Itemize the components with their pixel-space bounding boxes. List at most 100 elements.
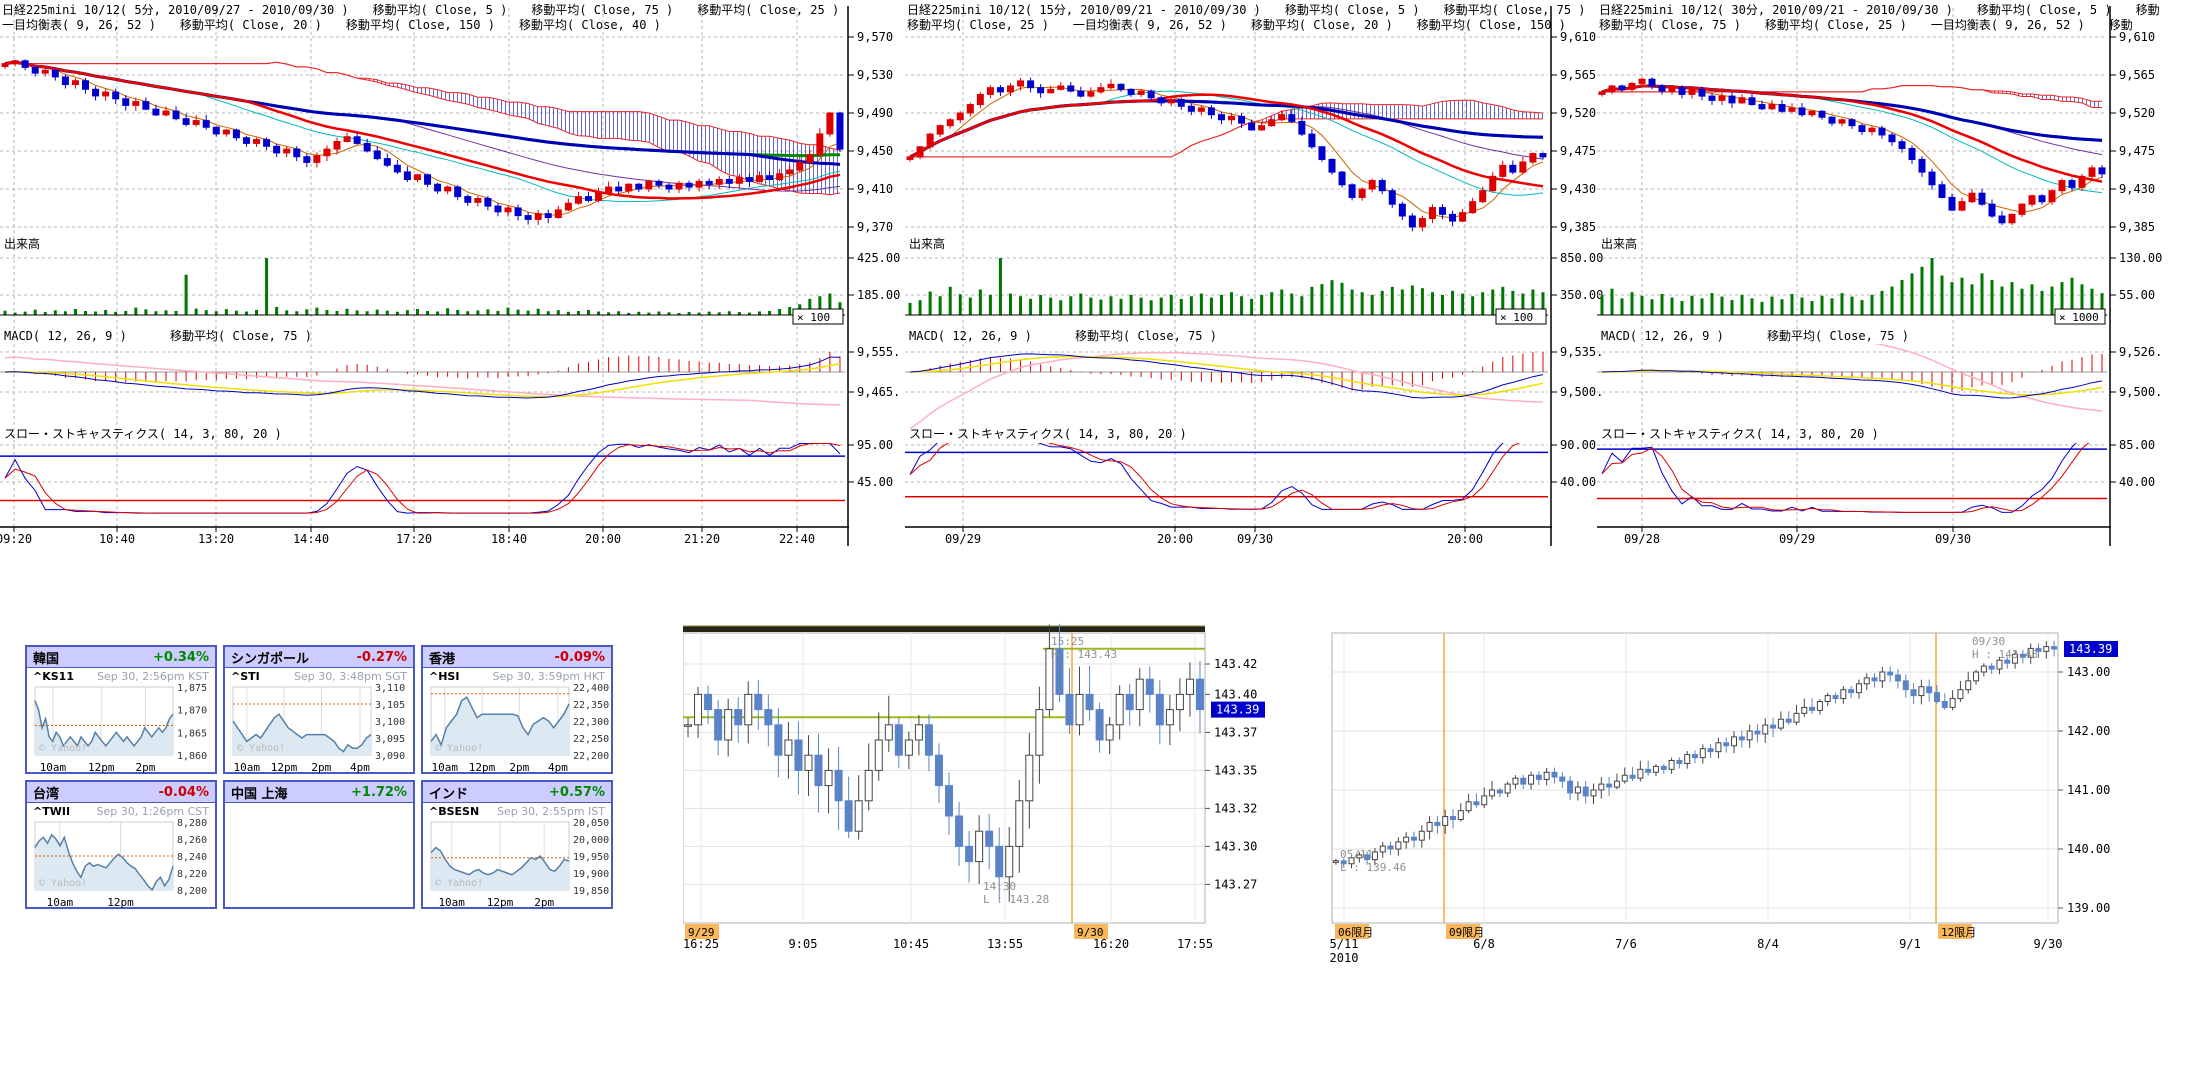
market-widget-taiwan[interactable]: 台湾 -0.04% ^TWII Sep 30, 1:26pm CST 8,280… (25, 780, 217, 909)
svg-text:MACD( 12, 26, 9 ): MACD( 12, 26, 9 ) (909, 329, 1032, 343)
svg-text:09:20: 09:20 (0, 532, 32, 546)
svg-text:9,530: 9,530 (857, 68, 893, 82)
market-sparkline-chart: 8,2808,2608,2408,2208,20010am12pm© Yahoo… (27, 818, 213, 914)
market-widget-singapore[interactable]: シンガポール -0.27% ^STI Sep 30, 3:48pm SGT 3,… (223, 645, 415, 774)
svg-text:9,555.: 9,555. (857, 345, 900, 359)
market-widget-korea[interactable]: 韓国 +0.34% ^KS11 Sep 30, 2:56pm KST 1,875… (25, 645, 217, 774)
market-name: インド (429, 783, 468, 802)
market-sparkline-chart: 1,8751,8701,8651,86010am12pm2pm© Yahoo! (27, 683, 213, 779)
trading-dashboard: 日経225mini 10/12( 5分, 2010/09/27 - 2010/0… (0, 0, 2200, 1072)
svg-text:13:55: 13:55 (987, 937, 1023, 951)
market-widget-header: シンガポール -0.27% (225, 647, 413, 668)
svg-text:© Yahoo!: © Yahoo! (39, 743, 87, 754)
svg-text:© Yahoo!: © Yahoo! (237, 743, 285, 754)
svg-text:3,090: 3,090 (375, 751, 405, 762)
market-symbol: ^HSI (429, 670, 459, 683)
svg-text:12pm: 12pm (107, 896, 134, 909)
market-symbol: ^TWII (33, 805, 70, 818)
svg-text:55.00: 55.00 (2119, 288, 2155, 302)
svg-text:10am: 10am (40, 761, 67, 774)
market-change-pct: -0.04% (159, 785, 210, 800)
market-sparkline-chart: 3,1103,1053,1003,0953,09010am12pm2pm4pm©… (225, 683, 411, 779)
market-symbol: ^STI (231, 670, 260, 683)
market-timestamp: Sep 30, 3:59pm HKT (493, 670, 605, 683)
market-widget-body: ^KS11 Sep 30, 2:56pm KST 1,8751,8701,865… (27, 668, 215, 783)
svg-text:10am: 10am (432, 761, 459, 774)
market-widget-header: 香港 -0.09% (423, 647, 611, 668)
svg-text:9,450: 9,450 (857, 144, 893, 158)
annotation-high: 15:25 (1051, 635, 1084, 648)
chart-subtitle: 移動平均( Close, 25 ) 一目均衡表( 9, 26, 52 ) 移動平… (907, 16, 1566, 33)
svg-text:22,250: 22,250 (573, 734, 609, 745)
annotation-low: 05/11 (1340, 848, 1373, 861)
svg-text:H : 143.43: H : 143.43 (1972, 648, 2038, 661)
svg-text:9,565: 9,565 (2119, 68, 2155, 82)
svg-text:22,350: 22,350 (573, 700, 609, 711)
svg-text:185.00: 185.00 (857, 288, 900, 302)
svg-text:09/29: 09/29 (945, 532, 981, 546)
svg-text:L : 139.46: L : 139.46 (1340, 861, 1406, 874)
svg-text:2pm: 2pm (534, 896, 554, 909)
macd-pane (1597, 312, 2107, 411)
svg-text:× 1000: × 1000 (2059, 311, 2099, 324)
svg-text:40.00: 40.00 (1560, 475, 1596, 489)
svg-text:17:55: 17:55 (1177, 937, 1213, 951)
market-symbol: ^BSESN (429, 805, 479, 818)
svg-text:85.00: 85.00 (2119, 438, 2155, 452)
svg-text:143.37: 143.37 (1214, 725, 1257, 739)
market-widget-body: ^STI Sep 30, 3:48pm SGT 3,1103,1053,1003… (225, 668, 413, 783)
svg-text:18:40: 18:40 (491, 532, 527, 546)
svg-text:12pm: 12pm (271, 761, 298, 774)
svg-text:9,430: 9,430 (2119, 182, 2155, 196)
svg-text:9,520: 9,520 (2119, 106, 2155, 120)
svg-text:20:00: 20:00 (1447, 532, 1483, 546)
svg-text:移動平均( Close, 75 ): 移動平均( Close, 75 ) (1075, 329, 1217, 343)
nikkei225mini-30min-chart-panel: 日経225mini 10/12( 30分, 2010/09/21 - 2010/… (1597, 0, 2200, 552)
svg-text:MACD( 12, 26, 9 ): MACD( 12, 26, 9 ) (1601, 329, 1724, 343)
svg-text:141.00: 141.00 (2067, 783, 2110, 797)
market-widget-body: ^TWII Sep 30, 1:26pm CST 8,2808,2608,240… (27, 803, 215, 918)
svg-text:12pm: 12pm (487, 896, 514, 909)
market-timestamp: Sep 30, 2:56pm KST (97, 670, 209, 683)
market-change-pct: +1.72% (351, 785, 407, 800)
volume-bars (4, 258, 842, 315)
svg-text:22:40: 22:40 (779, 532, 815, 546)
svg-text:20:00: 20:00 (585, 532, 621, 546)
price-pane (907, 78, 1546, 232)
market-widget-hongkong[interactable]: 香港 -0.09% ^HSI Sep 30, 3:59pm HKT 22,400… (421, 645, 613, 774)
svg-text:1,860: 1,860 (177, 751, 207, 762)
svg-text:9,385: 9,385 (1560, 220, 1596, 234)
svg-text:× 100: × 100 (797, 311, 830, 324)
svg-text:143.39: 143.39 (1216, 703, 1259, 717)
market-name: 中国 上海 (231, 783, 288, 802)
svg-text:9,475: 9,475 (2119, 144, 2155, 158)
svg-text:10:45: 10:45 (893, 937, 929, 951)
svg-text:10am: 10am (438, 896, 465, 909)
svg-text:9:05: 9:05 (789, 937, 818, 951)
stochastics-pane (905, 440, 1548, 510)
svg-text:22,400: 22,400 (573, 683, 609, 694)
svg-text:95.00: 95.00 (857, 438, 893, 452)
market-widget-china-shanghai[interactable]: 中国 上海 +1.72% (223, 780, 415, 909)
svg-text:12限月: 12限月 (1941, 926, 1976, 939)
svg-text:09/28: 09/28 (1624, 532, 1660, 546)
market-widget-body: ^HSI Sep 30, 3:59pm HKT 22,40022,35022,3… (423, 668, 611, 783)
svg-text:6/8: 6/8 (1473, 937, 1495, 951)
svg-text:1,870: 1,870 (177, 706, 207, 717)
svg-text:3,100: 3,100 (375, 717, 405, 728)
svg-text:16:20: 16:20 (1093, 937, 1129, 951)
svg-text:8/4: 8/4 (1757, 937, 1779, 951)
svg-text:12pm: 12pm (469, 761, 496, 774)
svg-text:出来高: 出来高 (909, 236, 945, 251)
market-widget-body: ^BSESN Sep 30, 2:55pm IST 20,05020,00019… (423, 803, 611, 918)
market-widget-india[interactable]: インド +0.57% ^BSESN Sep 30, 2:55pm IST 20,… (421, 780, 613, 909)
nikkei225mini-5min-chart-panel: 日経225mini 10/12( 5分, 2010/09/27 - 2010/0… (0, 0, 903, 552)
stochastics-pane (1597, 436, 2107, 513)
svg-text:出来高: 出来高 (4, 236, 40, 251)
svg-text:3,110: 3,110 (375, 683, 405, 694)
svg-text:L : 143.28: L : 143.28 (983, 893, 1049, 906)
market-symbol: ^KS11 (33, 670, 74, 683)
market-widget-header: 台湾 -0.04% (27, 782, 215, 803)
svg-text:8,280: 8,280 (177, 818, 207, 829)
market-name: 台湾 (33, 783, 59, 802)
